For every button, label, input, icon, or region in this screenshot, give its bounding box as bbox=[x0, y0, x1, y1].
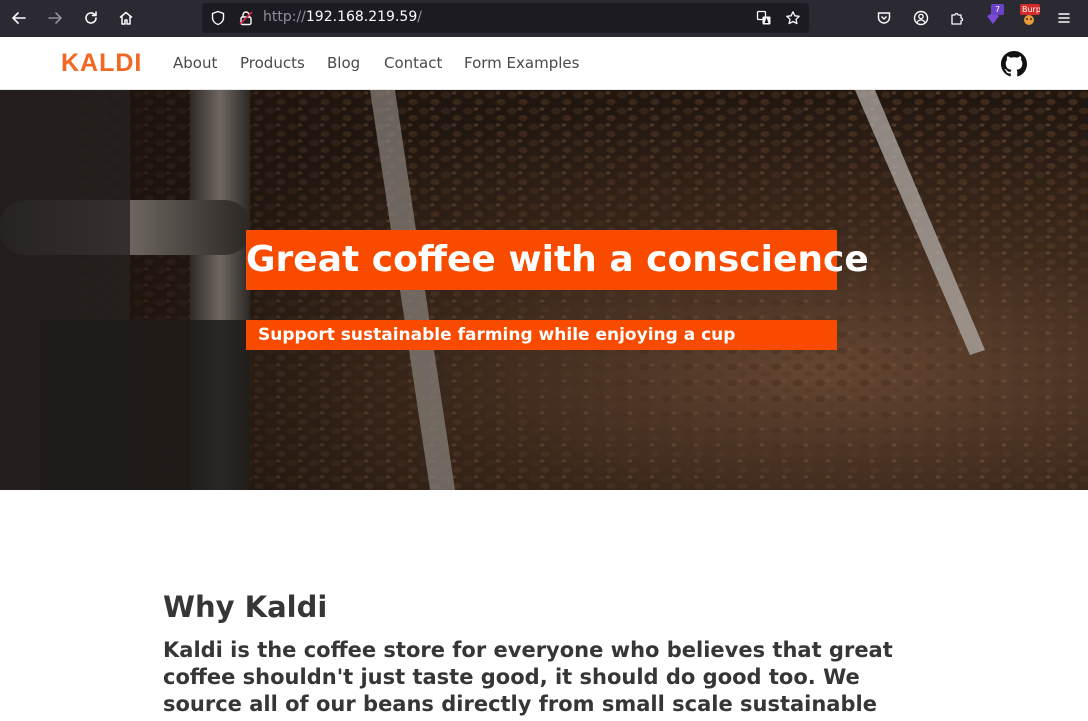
home-icon bbox=[119, 11, 133, 25]
burp-extension-badge: Burp bbox=[1020, 4, 1040, 15]
translate-icon[interactable] bbox=[756, 10, 772, 26]
extension-badge: 7 bbox=[991, 4, 1004, 15]
bookmark-star-icon[interactable] bbox=[785, 10, 801, 26]
why-title: Why Kaldi bbox=[163, 590, 328, 624]
kaldi-logo[interactable]: KALDI bbox=[61, 51, 142, 76]
home-button[interactable] bbox=[112, 4, 140, 32]
reload-icon bbox=[85, 11, 97, 24]
browser-toolbar: http://192.168.219.59/ 7 Burp bbox=[0, 0, 1088, 37]
arrow-right-icon bbox=[48, 12, 62, 24]
url-text[interactable]: http://192.168.219.59/ bbox=[263, 9, 422, 25]
account-button[interactable] bbox=[909, 6, 933, 30]
account-icon bbox=[913, 10, 929, 26]
pocket-button[interactable] bbox=[872, 6, 896, 30]
nav-blog[interactable]: Blog bbox=[327, 54, 360, 72]
shield-icon[interactable] bbox=[210, 10, 226, 26]
forward-button[interactable] bbox=[41, 4, 69, 32]
github-icon[interactable] bbox=[1001, 51, 1027, 77]
hamburger-menu-icon bbox=[1058, 13, 1070, 23]
coffee-roaster-image bbox=[0, 90, 1088, 490]
hero-title: Great coffee with a conscience bbox=[246, 230, 869, 290]
why-section: Why Kaldi Kaldi is the coffee store for … bbox=[163, 590, 923, 721]
insecure-lock-icon[interactable] bbox=[238, 10, 254, 26]
hero-banner: Great coffee with a conscience Support s… bbox=[0, 90, 1088, 490]
why-text: Kaldi is the coffee store for everyone w… bbox=[163, 638, 893, 721]
nav-form-examples[interactable]: Form Examples bbox=[464, 54, 579, 72]
site-header: KALDI About Products Blog Contact Form E… bbox=[0, 37, 1088, 90]
url-scheme: http:// bbox=[263, 9, 306, 25]
puzzle-icon bbox=[951, 12, 964, 25]
reload-button[interactable] bbox=[77, 4, 105, 32]
pocket-icon bbox=[877, 12, 891, 24]
nav-contact[interactable]: Contact bbox=[384, 54, 442, 72]
back-button[interactable] bbox=[5, 4, 33, 32]
address-bar[interactable]: http://192.168.219.59/ bbox=[202, 3, 809, 33]
url-path: / bbox=[417, 9, 422, 25]
arrow-left-icon bbox=[12, 12, 26, 24]
app-menu-button[interactable] bbox=[1052, 6, 1076, 30]
extensions-button[interactable] bbox=[945, 6, 969, 30]
url-host: 192.168.219.59 bbox=[305, 9, 418, 25]
nav-about[interactable]: About bbox=[173, 54, 217, 72]
hero-subtitle: Support sustainable farming while enjoyi… bbox=[246, 320, 837, 350]
nav-products[interactable]: Products bbox=[240, 54, 305, 72]
